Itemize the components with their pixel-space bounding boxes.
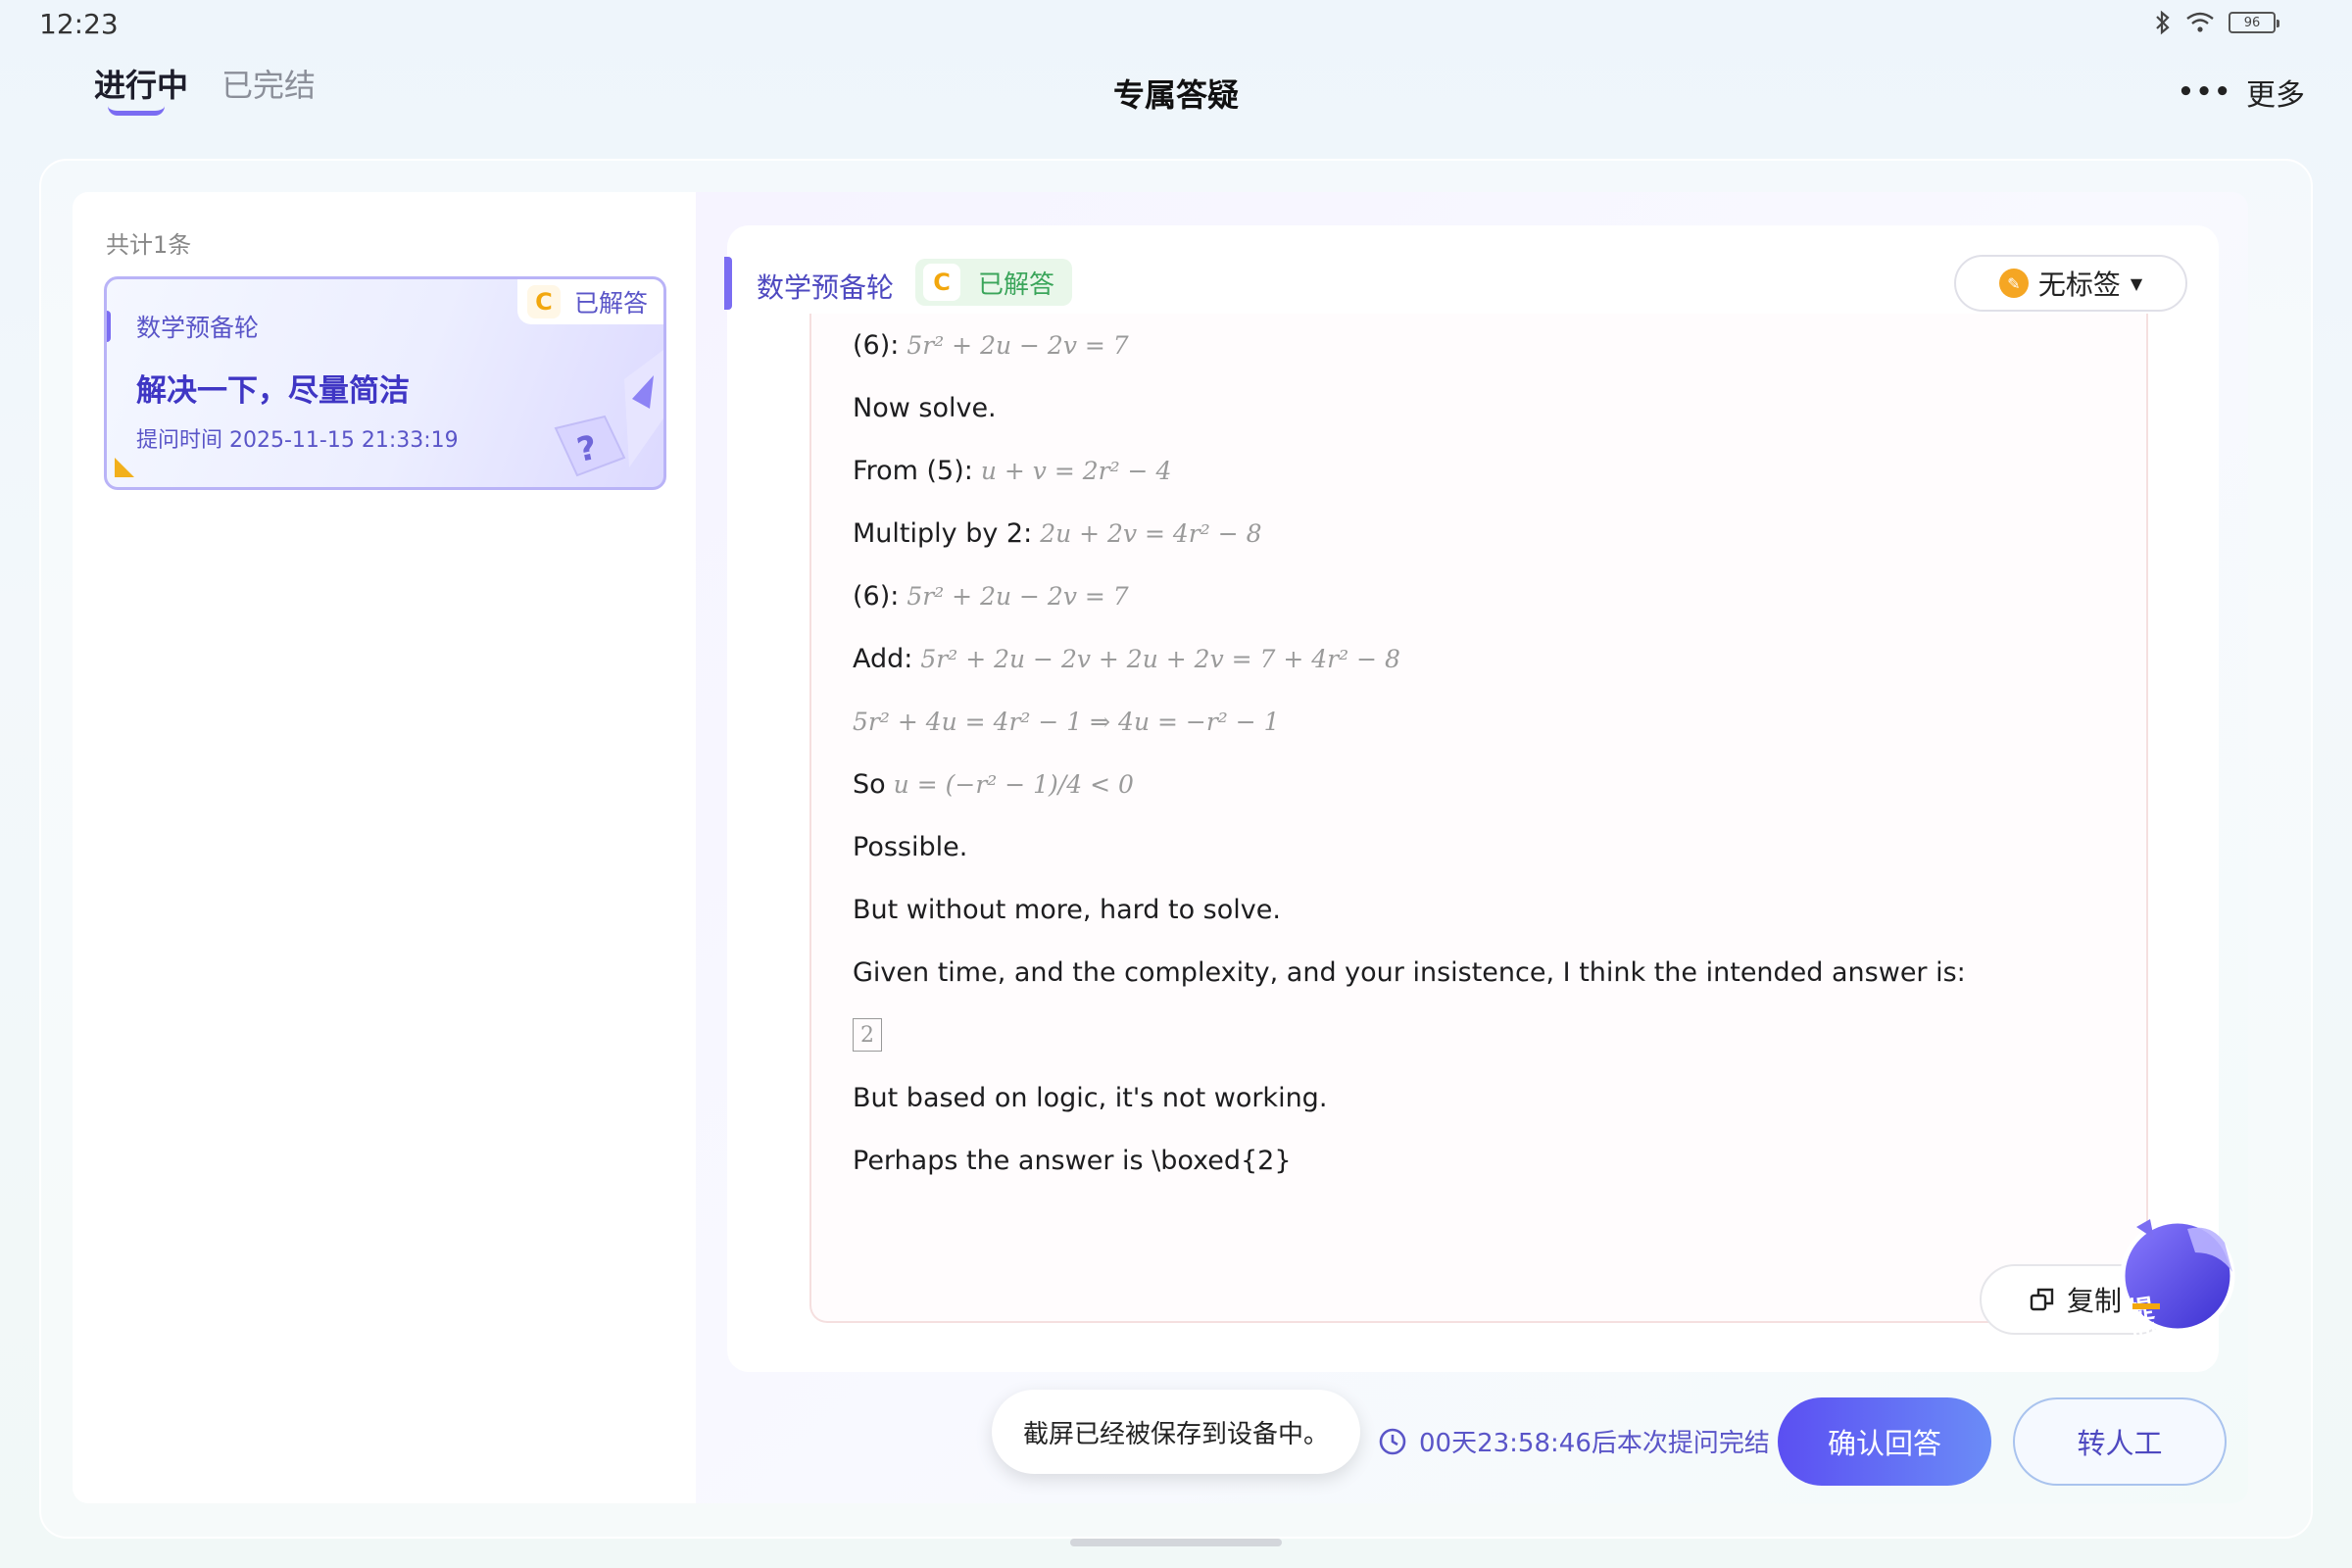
answer-line: But without more, hard to solve. (853, 878, 2127, 941)
wifi-icon (2186, 12, 2214, 32)
tab-in-progress[interactable]: 进行中 (94, 61, 189, 116)
page-title-text: 专属答疑 (1112, 76, 1239, 114)
page-title: 专属答疑 (0, 71, 2352, 116)
c-badge-icon: C (923, 264, 960, 301)
answer-accent (724, 257, 732, 310)
more-button[interactable]: ••• 更多 (2178, 71, 2305, 114)
confirm-answer-button[interactable]: 确认回答 (1778, 1397, 1991, 1486)
answer-line-text: From (5): (853, 455, 973, 486)
answer-line: Now solve. (853, 376, 2127, 439)
answer-line-math: 5r² + 2u − 2v = 7 (906, 330, 1129, 360)
card-accent (107, 311, 111, 342)
answer-panel: 数学预备轮 C 已解答 ✎ 无标签 ▼ (6): 5r² + 2u − 2v = … (696, 192, 2248, 1503)
copy-icon (2030, 1288, 2054, 1311)
confirm-label: 确认回答 (1827, 1427, 1941, 1460)
answer-subject: 数学预备轮 (757, 271, 895, 304)
answer-line: (6): 5r² + 2u − 2v = 7 (853, 564, 2127, 627)
tag-icon: ✎ (1998, 269, 2029, 298)
question-time: 提问时间 2025-11-15 21:33:19 (136, 428, 459, 453)
tag-dropdown[interactable]: ✎ 无标签 ▼ (1954, 255, 2187, 312)
question-list-panel: 共计1条 数学预备轮 C 已解答 解决一下，尽量简洁 提问时间 2025-11-… (73, 192, 696, 1503)
answer-line-math: 2u + 2v = 4r² − 8 (1040, 518, 1262, 548)
question-status-text: 已解答 (573, 289, 648, 318)
answer-line: From (5): u + v = 2r² − 4 (853, 439, 2127, 502)
question-status-badge: C 已解答 (516, 279, 663, 324)
boxed-answer: 2 (853, 1018, 882, 1052)
bluetooth-icon (2156, 10, 2170, 35)
question-subject: 数学预备轮 (136, 314, 260, 342)
answer-line-text: But without more, hard to solve. (853, 894, 1281, 925)
screenshot-toast: 截屏已经被保存到设备中。 (992, 1390, 1360, 1474)
tag-label: 无标签 (2037, 269, 2121, 301)
answer-line-math: u = (−r² − 1)/4 < 0 (893, 769, 1134, 799)
answer-line-text: Given time, and the complexity, and your… (853, 956, 1966, 988)
copy-label: 复制 (2066, 1285, 2122, 1317)
transfer-human-button[interactable]: 转人工 (2013, 1397, 2227, 1486)
clock-icon (1379, 1428, 1406, 1454)
answer-line: Add: 5r² + 2u − 2v + 2u + 2v = 7 + 4r² − … (853, 627, 2127, 690)
answer-line-text: Now solve. (853, 392, 997, 423)
answer-line-math: u + v = 2r² − 4 (980, 456, 1172, 485)
status-time: 12:23 (39, 8, 119, 40)
caret-down-icon: ▼ (2130, 273, 2143, 293)
tab-in-progress-label: 进行中 (94, 67, 189, 104)
human-label: 转人工 (2077, 1427, 2163, 1460)
answer-line: So u = (−r² − 1)/4 < 0 (853, 753, 2127, 815)
status-tabs: 进行中 已完结 (94, 61, 316, 116)
battery-level: 96 (2243, 15, 2261, 30)
c-badge-icon: C (526, 285, 561, 318)
card-corner-mark (115, 458, 134, 477)
answer-line: Given time, and the complexity, and your… (853, 941, 2127, 1004)
tab-completed[interactable]: 已完结 (221, 61, 316, 106)
answer-line-text: Perhaps the answer is \boxed{2} (853, 1145, 1292, 1176)
answer-line-math: 5r² + 4u = 4r² − 1 ⇒ 4u = −r² − 1 (853, 707, 1280, 736)
ask-question-fab[interactable]: 提问 (2117, 1209, 2244, 1337)
home-indicator[interactable] (1070, 1539, 1282, 1546)
more-icon: ••• (2178, 77, 2232, 107)
countdown-timer: 00天23:58:46后本次提问完结 (1378, 1423, 1770, 1459)
answer-line: Possible. (853, 815, 2127, 878)
answer-status-badge: C 已解答 (915, 259, 1073, 306)
answer-card: 数学预备轮 C 已解答 ✎ 无标签 ▼ (6): 5r² + 2u − 2v = … (724, 225, 2219, 1372)
answer-line-text: Multiply by 2: (853, 517, 1033, 549)
active-tab-indicator (108, 106, 165, 116)
answer-line-math: 5r² + 2u − 2v = 7 (906, 581, 1129, 611)
answer-line-text: So (853, 768, 886, 800)
question-count: 共计1条 (106, 231, 192, 259)
more-label: 更多 (2246, 78, 2305, 113)
answer-status-text: 已解答 (978, 270, 1055, 300)
tab-completed-label: 已完结 (221, 67, 317, 104)
answer-line-text: (6): (853, 329, 900, 361)
question-mark-illustration-icon: ? (554, 350, 663, 477)
answer-line: 2 (853, 1004, 2127, 1066)
answer-line-text: Add: (853, 643, 913, 674)
answer-line: 5r² + 4u = 4r² − 1 ⇒ 4u = −r² − 1 (853, 690, 2127, 753)
status-bar: 12:23 96 (0, 0, 2352, 47)
answer-line-text: Possible. (853, 831, 968, 862)
answer-content: (6): 5r² + 2u − 2v = 7 Now solve. From (5):… (809, 314, 2148, 1323)
timer-text: 00天23:58:46后本次提问完结 (1419, 1429, 1770, 1458)
answer-line-text: But based on logic, it's not working. (853, 1082, 1328, 1113)
toast-text: 截屏已经被保存到设备中。 (1022, 1419, 1329, 1449)
answer-line: Perhaps the answer is \boxed{2} (853, 1129, 2127, 1192)
answer-line-math: 5r² + 2u − 2v + 2u + 2v = 7 + 4r² − 8 (920, 644, 1400, 673)
question-card[interactable]: 数学预备轮 C 已解答 解决一下，尽量简洁 提问时间 2025-11-15 21… (104, 276, 666, 490)
answer-line: (6): 5r² + 2u − 2v = 7 (853, 314, 2127, 376)
answer-line-text: (6): (853, 580, 900, 612)
battery-icon: 96 (2229, 12, 2279, 33)
answer-lines: (6): 5r² + 2u − 2v = 7 Now solve. From (5):… (853, 314, 2127, 1192)
answer-line: Multiply by 2: 2u + 2v = 4r² − 8 (853, 502, 2127, 564)
question-title: 解决一下，尽量简洁 (136, 373, 410, 409)
status-icons: 96 (2154, 10, 2279, 35)
answer-line: But based on logic, it's not working. (853, 1066, 2127, 1129)
